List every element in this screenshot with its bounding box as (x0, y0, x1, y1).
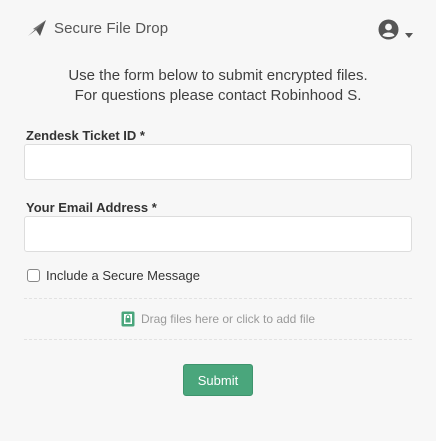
secure-message-checkbox[interactable] (27, 268, 40, 282)
intro-text: Use the form below to submit encrypted f… (0, 66, 436, 106)
ticket-id-label: Zendesk Ticket ID * (26, 128, 145, 143)
dropzone-text: Drag files here or click to add file (140, 312, 316, 326)
intro-line-1: Use the form below to submit encrypted f… (68, 67, 368, 84)
app-title: Secure File Drop (54, 19, 169, 37)
paper-plane-icon (26, 18, 48, 38)
email-label: Your Email Address * (26, 200, 157, 215)
brand: Secure File Drop (26, 16, 168, 40)
caret-down-icon (405, 26, 413, 38)
email-input[interactable] (24, 216, 412, 252)
secure-message-label: Include a Secure Message (46, 267, 200, 283)
secure-message-option[interactable]: Include a Secure Message (27, 267, 200, 283)
submit-button[interactable]: Submit (183, 364, 253, 396)
user-menu-button[interactable] (378, 18, 413, 40)
file-lock-icon (121, 311, 135, 327)
ticket-id-input[interactable] (24, 144, 412, 180)
file-dropzone[interactable]: Drag files here or click to add file (24, 298, 412, 340)
intro-line-2: For questions please contact Robinhood S… (74, 87, 362, 104)
user-circle-icon (378, 19, 399, 40)
app-header: Secure File Drop (0, 0, 436, 56)
